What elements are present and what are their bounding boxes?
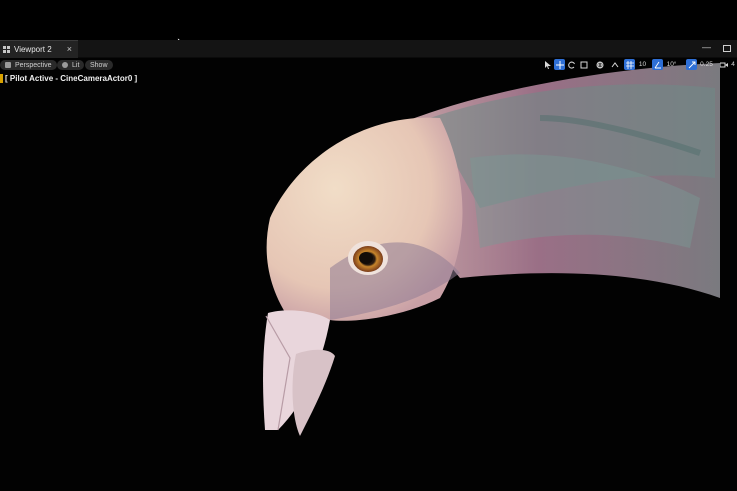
scale-snap-value[interactable]: 0.25 [698, 59, 715, 70]
grid-snap-toggle[interactable] [624, 59, 635, 70]
camera-speed-value[interactable]: 4 [729, 59, 737, 70]
cube-icon [5, 62, 11, 68]
viewport-canvas[interactable] [0, 58, 737, 491]
world-local-toggle[interactable] [594, 59, 605, 70]
lit-button[interactable]: Lit [57, 60, 85, 70]
close-tab-button[interactable]: × [67, 44, 72, 54]
scale-mode-button[interactable] [578, 59, 589, 70]
scale-icon [580, 61, 587, 68]
grid-snap-value[interactable]: 10 [636, 59, 649, 70]
move-arrows-icon [555, 60, 564, 69]
cursor-arrow-icon [544, 60, 551, 69]
rotation-snap-value[interactable]: 10° [664, 59, 679, 70]
tab-title: Viewport 2 [14, 45, 52, 54]
angle-icon [654, 61, 661, 68]
viewport-grid-icon [3, 46, 10, 53]
minimize-button[interactable]: — [702, 42, 711, 52]
grid-icon [625, 60, 634, 69]
translate-mode-button[interactable] [554, 59, 565, 70]
surface-snap-button[interactable] [609, 59, 620, 70]
rotate-mode-button[interactable] [566, 59, 577, 70]
viewport-tab-bar: Viewport 2 × [0, 40, 737, 58]
pigeon-render [263, 63, 720, 436]
globe-icon [596, 61, 603, 68]
camera-speed-button[interactable] [720, 59, 728, 70]
pilot-active-label: [ Pilot Active - CineCameraActor0 ] [0, 73, 137, 83]
maximize-button[interactable] [723, 45, 731, 52]
show-label: Show [90, 61, 108, 69]
surface-snap-icon [611, 61, 618, 67]
lit-label: Lit [72, 61, 80, 69]
scale-arrow-icon [688, 61, 695, 68]
screen-top-bar [0, 0, 737, 40]
show-button[interactable]: Show [85, 60, 113, 70]
rotation-snap-toggle[interactable] [652, 59, 663, 70]
tab-viewport-2[interactable]: Viewport 2 × [0, 40, 78, 58]
pilot-text: [ Pilot Active - CineCameraActor0 ] [5, 73, 138, 83]
perspective-label: Perspective [15, 61, 52, 69]
scale-snap-toggle[interactable] [686, 59, 697, 70]
pilot-marker [0, 73, 3, 83]
sphere-icon [62, 62, 68, 68]
rotate-icon [567, 61, 575, 69]
camera-icon [720, 62, 728, 67]
perspective-button[interactable]: Perspective [0, 60, 57, 70]
select-mode-button[interactable] [542, 59, 553, 70]
